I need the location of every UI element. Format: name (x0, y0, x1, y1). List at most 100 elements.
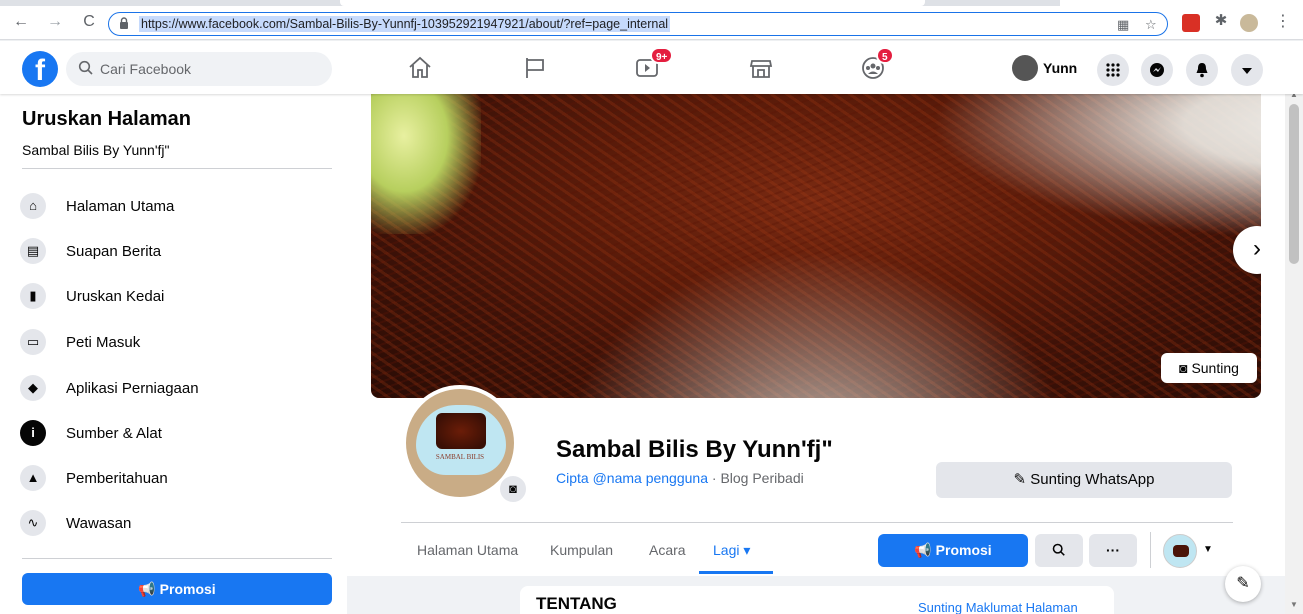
facebook-header: f Cari Facebook 9+ 5 Yunn (0, 41, 1303, 94)
flag-pages-icon[interactable] (522, 55, 548, 81)
sidebar-item-home[interactable]: ⌂ Halaman Utama (14, 187, 334, 227)
edit-cover-button[interactable]: ◙ Sunting (1161, 353, 1257, 383)
sidebar-item-label: Halaman Utama (66, 198, 175, 215)
browser-tab[interactable] (1060, 0, 1303, 6)
browser-tab[interactable] (340, 0, 925, 6)
search-page-button[interactable] (1035, 534, 1083, 567)
divider (401, 522, 1233, 523)
promote-label: Promosi (935, 542, 992, 558)
pencil-icon: ✎ (1013, 471, 1031, 488)
profile-avatar-icon[interactable] (1240, 14, 1258, 32)
news-feed-icon: ▤ (20, 238, 46, 264)
sidebar-promote-button[interactable]: 📢 Promosi (22, 573, 332, 605)
compose-icon: ✎ (1236, 575, 1250, 592)
cover-plate (371, 94, 1261, 398)
bell-icon (1196, 63, 1208, 78)
sidebar-item-business-apps[interactable]: ◆ Aplikasi Perniagaan (14, 369, 334, 409)
tab-home[interactable]: Halaman Utama (417, 542, 518, 558)
browser-menu-icon[interactable]: ⋮ (1274, 13, 1292, 31)
sidebar-item-label: Pemberitahuan (66, 470, 168, 487)
sidebar-item-news-feed[interactable]: ▤ Suapan Berita (14, 232, 334, 272)
edit-page-info-link[interactable]: Sunting Maklumat Halaman (918, 600, 1078, 614)
watch-notification-badge: 9+ (650, 47, 674, 64)
pdf-extension-icon[interactable] (1182, 14, 1200, 32)
sidebar-item-label: Suapan Berita (66, 243, 162, 260)
address-bar[interactable]: https://www.facebook.com/Sambal-Bilis-By… (108, 12, 1168, 36)
divider (22, 558, 332, 559)
forward-button[interactable]: → (46, 13, 64, 31)
inbox-icon: ▭ (20, 329, 46, 355)
update-profile-picture-button[interactable]: ◙ (498, 474, 528, 504)
avatar (1163, 534, 1197, 568)
url-text[interactable]: https://www.facebook.com/Sambal-Bilis-By… (139, 16, 671, 32)
search-box[interactable]: Cari Facebook (66, 52, 332, 86)
meta-separator: · (707, 470, 721, 486)
create-username-link[interactable]: Cipta @nama pengguna (556, 470, 708, 486)
about-card: TENTANG Sunting Maklumat Halaman (520, 586, 1114, 614)
extensions-puzzle-icon[interactable]: ✱ (1212, 12, 1230, 30)
messenger-icon (1150, 63, 1164, 77)
page-category: Blog Peribadi (720, 470, 804, 486)
lock-icon (120, 17, 128, 29)
megaphone-icon: 📢 (914, 542, 936, 558)
sidebar-item-manage-shop[interactable]: ▮ Uruskan Kedai (14, 277, 334, 317)
sidebar-item-label: Peti Masuk (66, 334, 141, 351)
menu-grid-button[interactable] (1097, 54, 1129, 86)
sidebar-page-name[interactable]: Sambal Bilis By Yunn'fj" (22, 142, 169, 158)
groups-notification-badge: 5 (876, 47, 894, 64)
info-icon: i (20, 420, 46, 446)
switch-profile-button[interactable]: ▼ (1163, 534, 1213, 568)
insights-icon: ∿ (20, 510, 46, 536)
camera-icon: ◙ (509, 481, 517, 496)
qr-icon[interactable]: ▦ (1117, 17, 1129, 33)
account-menu-button[interactable] (1231, 54, 1263, 86)
tab-strip (0, 0, 1303, 6)
tab-groups[interactable]: Kumpulan (550, 542, 613, 558)
home-icon: ⌂ (20, 193, 46, 219)
divider (22, 168, 332, 169)
edit-whatsapp-label: Sunting WhatsApp (1030, 471, 1155, 488)
scroll-down-icon[interactable]: ▼ (1290, 600, 1298, 609)
divider (1150, 532, 1151, 568)
sidebar-item-resources-tools[interactable]: i Sumber & Alat (14, 414, 334, 454)
sidebar-item-label: Sumber & Alat (66, 425, 162, 442)
page-scrollbar[interactable]: ▲ ▼ (1285, 90, 1303, 614)
new-message-button[interactable]: ✎ (1225, 566, 1261, 602)
profile-name: Yunn (1043, 60, 1078, 76)
megaphone-icon: 📢 (138, 581, 160, 597)
reload-button[interactable]: C (80, 13, 98, 31)
manage-page-sidebar: Uruskan Halaman Sambal Bilis By Yunn'fj"… (0, 94, 347, 614)
edit-cover-label: Sunting (1191, 360, 1239, 376)
caret-down-icon: ▼ (1203, 544, 1213, 555)
sidebar-item-label: Uruskan Kedai (66, 288, 165, 305)
messenger-button[interactable] (1141, 54, 1173, 86)
tab-events[interactable]: Acara (649, 542, 686, 558)
edit-whatsapp-button[interactable]: ✎ Sunting WhatsApp (936, 462, 1232, 498)
scrollbar-thumb[interactable] (1289, 104, 1299, 264)
notifications-button[interactable] (1186, 54, 1218, 86)
more-options-button[interactable]: ··· (1089, 534, 1137, 567)
sidebar-item-inbox[interactable]: ▭ Peti Masuk (14, 323, 334, 363)
back-button[interactable]: ← (12, 13, 30, 31)
sidebar-item-notifications[interactable]: ▲ Pemberitahuan (14, 459, 334, 499)
about-section: TENTANG Sunting Maklumat Halaman (347, 576, 1285, 614)
marketplace-icon[interactable] (748, 55, 774, 81)
avatar-label: SAMBAL BILIS (435, 453, 485, 461)
facebook-logo[interactable]: f (22, 51, 58, 87)
avatar-food (436, 413, 486, 449)
cover-photo[interactable]: › ◙ Sunting (371, 94, 1261, 398)
grid-icon (1106, 63, 1120, 77)
page-title: Sambal Bilis By Yunn'fj" (556, 436, 833, 463)
home-icon[interactable] (407, 55, 433, 81)
sidebar-item-insights[interactable]: ∿ Wawasan (14, 504, 334, 544)
tab-more-label: Lagi (713, 542, 740, 558)
caret-down-icon (1242, 68, 1252, 74)
bookmark-star-icon[interactable]: ☆ (1145, 17, 1157, 33)
promote-label: Promosi (159, 581, 216, 597)
business-apps-icon: ◆ (20, 375, 46, 401)
tab-more[interactable]: Lagi ▾ (713, 542, 750, 559)
browser-toolbar: ← → C https://www.facebook.com/Sambal-Bi… (0, 0, 1303, 40)
active-tab-indicator (699, 571, 773, 574)
promote-button[interactable]: 📢 Promosi (878, 534, 1028, 567)
avatar (1012, 55, 1038, 81)
